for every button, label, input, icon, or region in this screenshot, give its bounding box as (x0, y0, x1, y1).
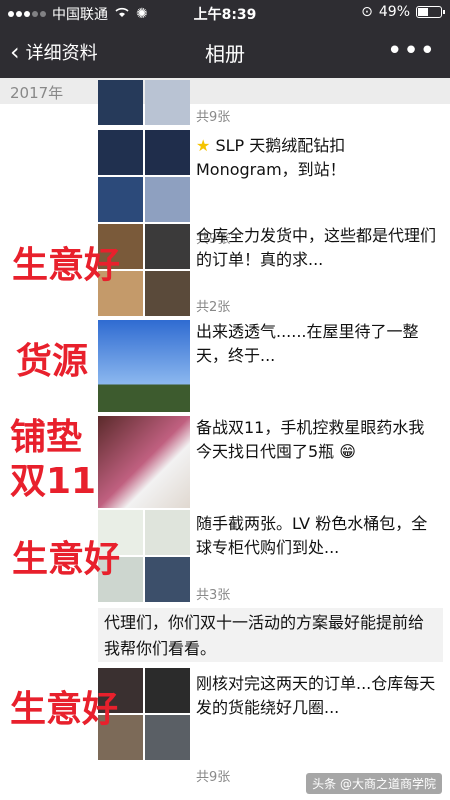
battery-percent: 49% (378, 4, 410, 20)
year-label: 2017年 (10, 84, 64, 102)
text-post[interactable]: 代理们，你们双十一活动的方案最好能提前给我帮你们看看。 (98, 608, 443, 662)
more-icon[interactable]: ••• (387, 36, 436, 66)
overlay-caption: 货源 (16, 341, 89, 382)
photo-thumb[interactable] (98, 130, 143, 175)
photo-thumb[interactable] (145, 177, 190, 222)
photo-thumb[interactable] (145, 715, 190, 760)
photo-thumb[interactable] (145, 224, 190, 269)
photo-thumb[interactable] (145, 510, 190, 555)
photo-count: 共9张 (196, 770, 231, 785)
post-text: 刚核对完这两天的订单...仓库每天发的货能绕好几圈... (196, 674, 436, 717)
photo-thumb[interactable] (145, 80, 190, 125)
post-text-content: SLP 天鹅绒配钻扣Monogram，到站！ (196, 136, 346, 179)
status-bar: 中国联通 ✺ 上午8:39 ⊙ 49% (0, 0, 450, 26)
post-text: ★ SLP 天鹅绒配钻扣Monogram，到站！ (196, 134, 436, 182)
album-entry[interactable]: 出来透透气......在屋里待了一整天，终于... (98, 320, 443, 412)
photo-thumb[interactable] (98, 80, 143, 125)
post-text: 随手截两张。LV 粉色水桶包，全球专柜代购们到处... (196, 514, 428, 557)
photo-grid[interactable] (98, 80, 190, 125)
post-text: 出来透透气......在屋里待了一整天，终于... (196, 322, 419, 365)
photo-thumb[interactable] (98, 177, 143, 222)
album-entry[interactable]: 刚核对完这两天的订单...仓库每天发的货能绕好几圈... 共9张 (98, 668, 443, 788)
overlay-caption: 铺垫 (10, 417, 83, 458)
overlay-caption: 双11 (10, 461, 97, 502)
rotation-lock-icon: ⊙ (361, 4, 373, 20)
page-title: 相册 (205, 42, 245, 66)
photo-thumb[interactable] (145, 130, 190, 175)
grin-emoji-icon: 😁 (339, 442, 356, 461)
star-icon: ★ (196, 136, 211, 155)
post-text-content: 备战双11，手机控救星眼药水我今天找日代囤了5瓶 (196, 418, 425, 461)
watermark: 头条 @大商之道商学院 (306, 773, 442, 794)
album-entry[interactable]: ★ SLP 天鹅绒配钻扣Monogram，到站！ 共9张 (98, 130, 443, 247)
post-text: 备战双11，手机控救星眼药水我今天找日代囤了5瓶 😁 (196, 416, 436, 464)
photo-thumb[interactable] (145, 557, 190, 602)
album-entry[interactable]: 随手截两张。LV 粉色水桶包，全球专柜代购们到处... 共3张 (98, 510, 443, 603)
photo-count: 共9张 (196, 110, 231, 125)
photo-thumb[interactable] (145, 271, 190, 316)
nav-bar: ‹ 详细资料 相册 ••• (0, 26, 450, 78)
album-entry[interactable]: 共9张 (98, 80, 443, 130)
post-text: 仓库全力发货中，这些都是代理们的订单！真的求... (196, 226, 437, 269)
overlay-caption: 生意好 (12, 539, 121, 580)
overlay-caption: 生意好 (10, 689, 119, 730)
overlay-caption: 生意好 (12, 245, 121, 286)
battery-icon (416, 6, 445, 18)
status-right: ⊙ 49% (361, 4, 445, 20)
photo-thumb[interactable] (145, 668, 190, 713)
year-header: 2017年 (0, 78, 450, 104)
album-entry[interactable]: 仓库全力发货中，这些都是代理们的订单！真的求... 共2张 (98, 224, 443, 316)
photo-count: 共2张 (196, 300, 231, 315)
photo-thumb[interactable] (98, 320, 190, 412)
album-entry[interactable]: 备战双11，手机控救星眼药水我今天找日代囤了5瓶 😁 (98, 416, 443, 508)
photo-thumb[interactable] (98, 416, 190, 508)
photo-grid[interactable] (98, 130, 190, 222)
photo-count: 共3张 (196, 588, 231, 603)
